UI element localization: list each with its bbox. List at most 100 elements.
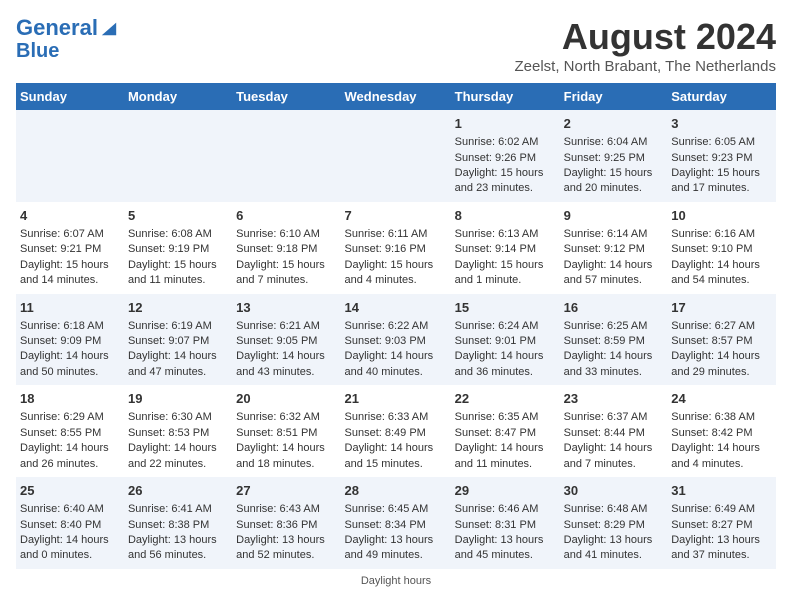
day-info-line: Sunrise: 6:10 AM (236, 227, 336, 242)
day-info-line: Daylight: 13 hours (671, 533, 772, 548)
day-info-line: Daylight: 14 hours (345, 441, 447, 456)
day-info-line: Daylight: 15 hours (20, 258, 120, 273)
day-info-line: and 33 minutes. (564, 365, 664, 380)
day-info-line: and 37 minutes. (671, 548, 772, 563)
calendar-cell: 11Sunrise: 6:18 AMSunset: 9:09 PMDayligh… (16, 294, 124, 386)
day-number: 25 (20, 482, 120, 500)
day-info-line: Daylight: 15 hours (671, 166, 772, 181)
day-info-line: Sunset: 8:53 PM (128, 426, 228, 441)
day-info-line: Sunset: 9:05 PM (236, 334, 336, 349)
day-info-line: Sunrise: 6:07 AM (20, 227, 120, 242)
day-info-line: Sunset: 9:07 PM (128, 334, 228, 349)
day-info-line: Daylight: 13 hours (236, 533, 336, 548)
day-info-line: Daylight: 13 hours (128, 533, 228, 548)
calendar-cell: 27Sunrise: 6:43 AMSunset: 8:36 PMDayligh… (232, 477, 340, 569)
day-number: 5 (128, 207, 228, 225)
day-info-line: and 43 minutes. (236, 365, 336, 380)
header-row: Sunday Monday Tuesday Wednesday Thursday… (16, 83, 776, 110)
logo: General Blue (16, 16, 118, 62)
day-info-line: Sunset: 8:29 PM (564, 518, 664, 533)
day-info-line: and 54 minutes. (671, 273, 772, 288)
day-info-line: Sunrise: 6:29 AM (20, 410, 120, 425)
day-info-line: Sunrise: 6:21 AM (236, 319, 336, 334)
calendar-week-2: 4 Sunrise: 6:07 AMSunset: 9:21 PMDaylight… (16, 202, 776, 294)
day-info-line: and 57 minutes. (564, 273, 664, 288)
calendar-cell (124, 110, 232, 202)
day-number: 14 (345, 299, 447, 317)
day-info-line: Sunset: 8:55 PM (20, 426, 120, 441)
day-info-line: Sunset: 9:16 PM (345, 242, 447, 257)
day-number: 2 (564, 115, 664, 133)
day-info-line: Sunset: 9:10 PM (671, 242, 772, 257)
calendar-cell: 15Sunrise: 6:24 AMSunset: 9:01 PMDayligh… (451, 294, 560, 386)
day-info-line: Daylight: 14 hours (671, 441, 772, 456)
header: General Blue August 2024 Zeelst, North B… (16, 16, 776, 75)
calendar-cell: 16Sunrise: 6:25 AMSunset: 8:59 PMDayligh… (560, 294, 668, 386)
day-info-line: Daylight: 14 hours (236, 441, 336, 456)
day-info-line: Sunset: 9:23 PM (671, 151, 772, 166)
day-number: 18 (20, 390, 120, 408)
day-info-line: and 41 minutes. (564, 548, 664, 563)
day-info-line: and 0 minutes. (20, 548, 120, 563)
logo-text-blue: Blue (16, 40, 118, 62)
day-number: 31 (671, 482, 772, 500)
day-info-line: Sunset: 9:21 PM (20, 242, 120, 257)
day-info-line: Daylight: 14 hours (564, 441, 664, 456)
day-number: 15 (455, 299, 556, 317)
calendar-cell: 23Sunrise: 6:37 AMSunset: 8:44 PMDayligh… (560, 385, 668, 477)
day-info-line: and 7 minutes. (564, 457, 664, 472)
footer-label: Daylight hours (361, 575, 431, 587)
day-info-line: Sunrise: 6:22 AM (345, 319, 447, 334)
day-info-line: and 20 minutes. (564, 181, 664, 196)
day-info-line: and 45 minutes. (455, 548, 556, 563)
calendar-week-3: 11Sunrise: 6:18 AMSunset: 9:09 PMDayligh… (16, 294, 776, 386)
day-info-line: Sunrise: 6:14 AM (564, 227, 664, 242)
day-info-line: Sunset: 9:01 PM (455, 334, 556, 349)
main-title: August 2024 (514, 16, 776, 58)
day-info-line: Sunset: 8:34 PM (345, 518, 447, 533)
day-info-line: Sunrise: 6:38 AM (671, 410, 772, 425)
day-number: 1 (455, 115, 556, 133)
calendar-cell: 25Sunrise: 6:40 AMSunset: 8:40 PMDayligh… (16, 477, 124, 569)
day-info-line: Sunset: 9:12 PM (564, 242, 664, 257)
calendar-cell: 6Sunrise: 6:10 AMSunset: 9:18 PMDaylight… (232, 202, 340, 294)
day-number: 19 (128, 390, 228, 408)
footer: Daylight hours (16, 575, 776, 587)
day-number: 12 (128, 299, 228, 317)
day-info-line: Daylight: 15 hours (455, 166, 556, 181)
day-number: 16 (564, 299, 664, 317)
calendar-cell: 21Sunrise: 6:33 AMSunset: 8:49 PMDayligh… (341, 385, 451, 477)
day-number: 27 (236, 482, 336, 500)
day-info-line: Sunset: 9:03 PM (345, 334, 447, 349)
day-number: 10 (671, 207, 772, 225)
day-number: 20 (236, 390, 336, 408)
day-info-line: and 22 minutes. (128, 457, 228, 472)
day-info-line: Sunrise: 6:24 AM (455, 319, 556, 334)
day-info-line: Sunrise: 6:41 AM (128, 502, 228, 517)
col-monday: Monday (124, 83, 232, 110)
day-info-line: Sunrise: 6:11 AM (345, 227, 447, 242)
day-number: 4 (20, 207, 120, 225)
page-container: General Blue August 2024 Zeelst, North B… (16, 16, 776, 587)
calendar-cell: 12Sunrise: 6:19 AMSunset: 9:07 PMDayligh… (124, 294, 232, 386)
day-number: 26 (128, 482, 228, 500)
day-info-line: Daylight: 13 hours (345, 533, 447, 548)
day-info-line: Daylight: 14 hours (20, 533, 120, 548)
calendar-cell (16, 110, 124, 202)
calendar-cell: 30Sunrise: 6:48 AMSunset: 8:29 PMDayligh… (560, 477, 668, 569)
calendar-cell: 20Sunrise: 6:32 AMSunset: 8:51 PMDayligh… (232, 385, 340, 477)
day-info-line: Sunrise: 6:25 AM (564, 319, 664, 334)
calendar-cell: 19Sunrise: 6:30 AMSunset: 8:53 PMDayligh… (124, 385, 232, 477)
day-info-line: Sunrise: 6:35 AM (455, 410, 556, 425)
day-info-line: Sunset: 8:40 PM (20, 518, 120, 533)
day-info-line: Sunset: 9:26 PM (455, 151, 556, 166)
day-info-line: Sunset: 8:44 PM (564, 426, 664, 441)
calendar-table: Sunday Monday Tuesday Wednesday Thursday… (16, 83, 776, 569)
col-sunday: Sunday (16, 83, 124, 110)
day-number: 29 (455, 482, 556, 500)
day-info-line: and 52 minutes. (236, 548, 336, 563)
day-info-line: Daylight: 14 hours (128, 441, 228, 456)
col-friday: Friday (560, 83, 668, 110)
col-saturday: Saturday (667, 83, 776, 110)
day-number: 22 (455, 390, 556, 408)
